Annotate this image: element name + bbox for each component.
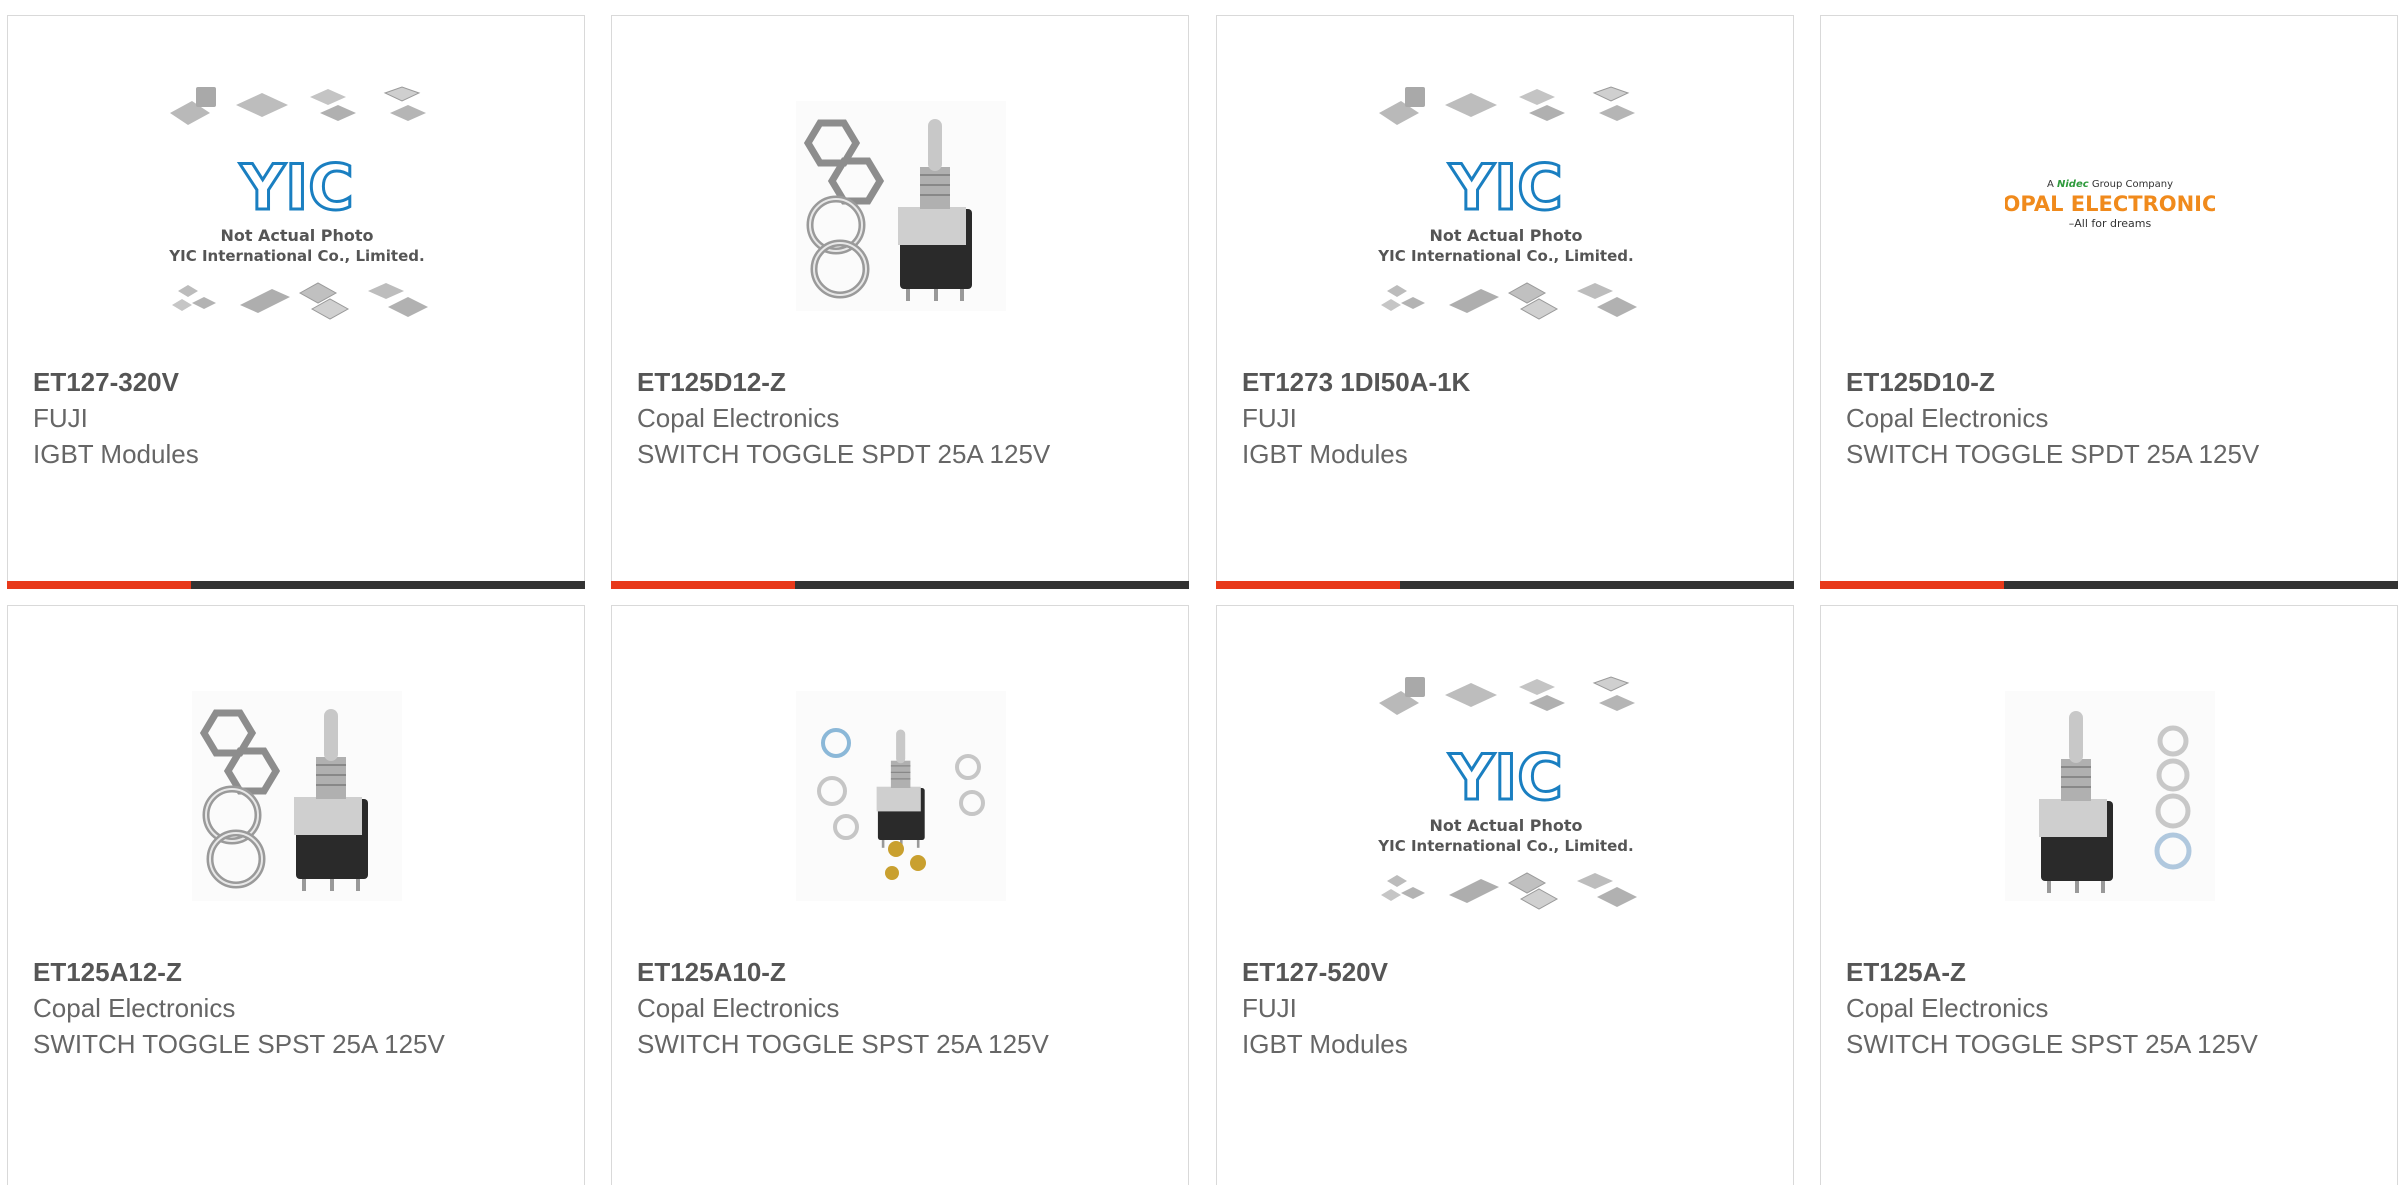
part-number-link[interactable]: ET125D10-Z (1846, 364, 2377, 400)
product-card[interactable]: YIC Not Actual Photo YIC International C… (1216, 15, 1794, 589)
product-image[interactable] (1821, 646, 2399, 946)
svg-text:A Nidec Group Comp: A Nidec Group Company (2047, 179, 2173, 190)
manufacturer-name: FUJI (33, 403, 88, 433)
product-grid: YIC Not Actual Photo YIC International C… (0, 0, 2400, 1185)
svg-text:YIC: YIC (239, 151, 353, 224)
product-card[interactable]: YIC Not Actual Photo YIC International C… (7, 15, 585, 589)
copal-electronics-logo: A Nidec Group Company COPAL ELECTRONICS … (2005, 179, 2215, 230)
product-card[interactable]: YIC Not Actual Photo YIC International C… (1216, 605, 1794, 1185)
card-accent-bar (1820, 581, 2004, 589)
part-number-link[interactable]: ET125A10-Z (637, 954, 1168, 990)
part-number-link[interactable]: ET125A12-Z (33, 954, 564, 990)
svg-text:YIC International Co., Limited: YIC International Co., Limited. (1377, 837, 1633, 855)
product-image[interactable]: YIC Not Actual Photo YIC International C… (1217, 646, 1795, 946)
product-description: IGBT Modules (33, 439, 199, 469)
not-actual-photo-image: YIC Not Actual Photo YIC International C… (1377, 86, 1638, 320)
card-accent-bar (611, 581, 795, 589)
toggle-switch-image (796, 691, 1006, 901)
product-image[interactable]: YIC Not Actual Photo YIC International C… (8, 56, 586, 356)
yic-logo: YIC (1447, 150, 1564, 226)
svg-text:–All for dreams: –All for dreams (2069, 217, 2152, 230)
part-number-link[interactable]: ET125A-Z (1846, 954, 2377, 990)
part-number-link[interactable]: ET127-320V (33, 364, 564, 400)
toggle-switch-image (192, 691, 402, 901)
card-hover-bar (1216, 581, 1794, 589)
product-image[interactable] (612, 56, 1190, 356)
svg-text:YIC: YIC (1448, 741, 1562, 814)
manufacturer-name: Copal Electronics (637, 403, 840, 433)
part-number-link[interactable]: ET127-520V (1242, 954, 1773, 990)
svg-text:YIC International Co., Limited: YIC International Co., Limited. (168, 247, 424, 265)
product-description: IGBT Modules (1242, 439, 1408, 469)
product-info: ET127-320V FUJI IGBT Modules (33, 364, 564, 472)
product-image[interactable]: YIC Not Actual Photo YIC International C… (1217, 56, 1795, 356)
card-accent-bar (1216, 581, 1400, 589)
product-info: ET125D10-Z Copal Electronics SWITCH TOGG… (1846, 364, 2377, 472)
product-card[interactable]: ET125A10-Z Copal Electronics SWITCH TOGG… (611, 605, 1189, 1185)
product-info: ET1273 1DI50A-1K FUJI IGBT Modules (1242, 364, 1773, 472)
product-description: IGBT Modules (1242, 1029, 1408, 1059)
svg-text:Not Actual Photo: Not Actual Photo (1429, 226, 1582, 245)
yic-logo: YIC (238, 150, 355, 226)
part-number-link[interactable]: ET125D12-Z (637, 364, 1168, 400)
product-card[interactable]: A Nidec Group Company COPAL ELECTRONICS … (1820, 15, 2398, 589)
svg-text:COPAL ELECTRONICS: COPAL ELECTRONICS (2005, 192, 2215, 216)
part-number-link[interactable]: ET1273 1DI50A-1K (1242, 364, 1773, 400)
product-description: SWITCH TOGGLE SPST 25A 125V (1846, 1029, 2258, 1059)
product-image[interactable]: A Nidec Group Company COPAL ELECTRONICS … (1821, 56, 2399, 356)
not-actual-photo-image: YIC Not Actual Photo YIC International C… (1377, 676, 1638, 910)
product-image[interactable] (612, 646, 1190, 946)
product-description: SWITCH TOGGLE SPDT 25A 125V (1846, 439, 2260, 469)
toggle-switch-image (2005, 691, 2215, 901)
card-hover-bar (1820, 581, 2398, 589)
product-info: ET127-520V FUJI IGBT Modules (1242, 954, 1773, 1062)
card-hover-bar (7, 581, 585, 589)
manufacturer-name: Copal Electronics (1846, 993, 2049, 1023)
product-image[interactable] (8, 646, 586, 946)
manufacturer-name: Copal Electronics (1846, 403, 2049, 433)
manufacturer-name: FUJI (1242, 403, 1297, 433)
product-card[interactable]: ET125D12-Z Copal Electronics SWITCH TOGG… (611, 15, 1189, 589)
product-info: ET125A-Z Copal Electronics SWITCH TOGGLE… (1846, 954, 2377, 1062)
manufacturer-name: Copal Electronics (33, 993, 236, 1023)
toggle-switch-image (796, 101, 1006, 311)
product-description: SWITCH TOGGLE SPST 25A 125V (33, 1029, 445, 1059)
svg-text:Not Actual Photo: Not Actual Photo (220, 226, 373, 245)
product-card[interactable]: ET125A-Z Copal Electronics SWITCH TOGGLE… (1820, 605, 2398, 1185)
product-description: SWITCH TOGGLE SPST 25A 125V (637, 1029, 1049, 1059)
svg-text:Not Actual Photo: Not Actual Photo (1429, 816, 1582, 835)
product-description: SWITCH TOGGLE SPDT 25A 125V (637, 439, 1051, 469)
manufacturer-name: FUJI (1242, 993, 1297, 1023)
not-actual-photo-image: YIC Not Actual Photo YIC International C… (168, 86, 429, 320)
product-info: ET125A10-Z Copal Electronics SWITCH TOGG… (637, 954, 1168, 1062)
card-hover-bar (611, 581, 1189, 589)
svg-text:YIC International Co., Limited: YIC International Co., Limited. (1377, 247, 1633, 265)
product-info: ET125A12-Z Copal Electronics SWITCH TOGG… (33, 954, 564, 1062)
yic-logo: YIC (1447, 740, 1564, 816)
card-accent-bar (7, 581, 191, 589)
svg-text:YIC: YIC (1448, 151, 1562, 224)
product-info: ET125D12-Z Copal Electronics SWITCH TOGG… (637, 364, 1168, 472)
manufacturer-name: Copal Electronics (637, 993, 840, 1023)
product-card[interactable]: ET125A12-Z Copal Electronics SWITCH TOGG… (7, 605, 585, 1185)
